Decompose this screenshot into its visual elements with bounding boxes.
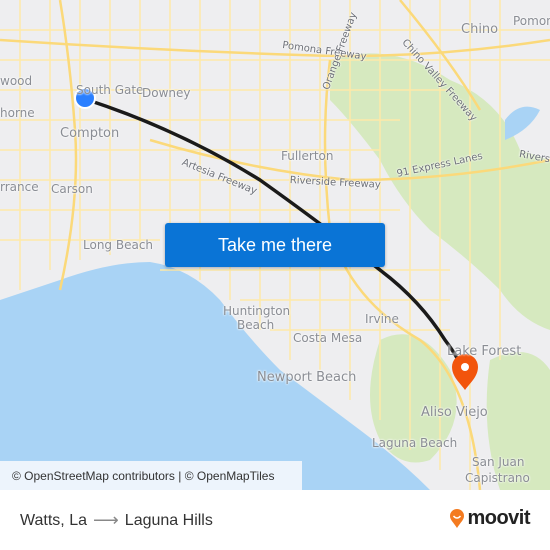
origin-name: Watts, La	[20, 511, 87, 529]
take-me-there-button[interactable]: Take me there	[165, 223, 385, 267]
map-attribution[interactable]: © OpenStreetMap contributors | © OpenMap…	[0, 461, 302, 490]
route-title: Watts, La ⟶ Laguna Hills	[20, 510, 213, 531]
place-label: Newport Beach	[257, 370, 357, 385]
place-label: Lake Forest	[447, 344, 522, 359]
place-label: Compton	[60, 126, 120, 141]
place-label: Huntington	[223, 304, 291, 318]
arrow-right-icon: ⟶	[92, 510, 119, 530]
place-label: Downey	[142, 86, 191, 100]
moovit-logo[interactable]: moovit	[449, 507, 530, 530]
place-label: Costa Mesa	[293, 331, 363, 345]
moovit-pin-icon	[450, 508, 465, 528]
place-label: Capistrano	[465, 471, 530, 485]
map[interactable]: South Gate Downey Compton wood horne rrance Ca…	[0, 0, 550, 490]
brand-name: moovit	[467, 507, 530, 529]
place-label: Aliso Viejo	[421, 405, 488, 420]
place-label: San Juan	[472, 455, 525, 469]
place-label: Laguna Beach	[372, 436, 458, 450]
place-label: Fullerton	[281, 149, 334, 163]
destination-name: Laguna Hills	[124, 511, 213, 529]
place-label: Irvine	[365, 312, 399, 326]
place-label: wood	[0, 74, 33, 88]
lake	[505, 106, 540, 140]
place-label: Carson	[51, 182, 93, 196]
destination-pin-icon[interactable]	[452, 354, 478, 390]
attribution-text[interactable]: © OpenStreetMap contributors | © OpenMap…	[12, 469, 274, 483]
place-label: horne	[0, 106, 35, 120]
park-area	[486, 352, 550, 490]
place-label: Pomona	[513, 14, 550, 28]
footer: Watts, La ⟶ Laguna Hills moovit	[0, 490, 550, 550]
place-label: Chino	[461, 22, 499, 37]
place-label: Long Beach	[83, 238, 154, 252]
place-label: South Gate	[76, 83, 144, 97]
place-label: Beach	[237, 318, 275, 332]
place-label: rrance	[0, 180, 39, 194]
